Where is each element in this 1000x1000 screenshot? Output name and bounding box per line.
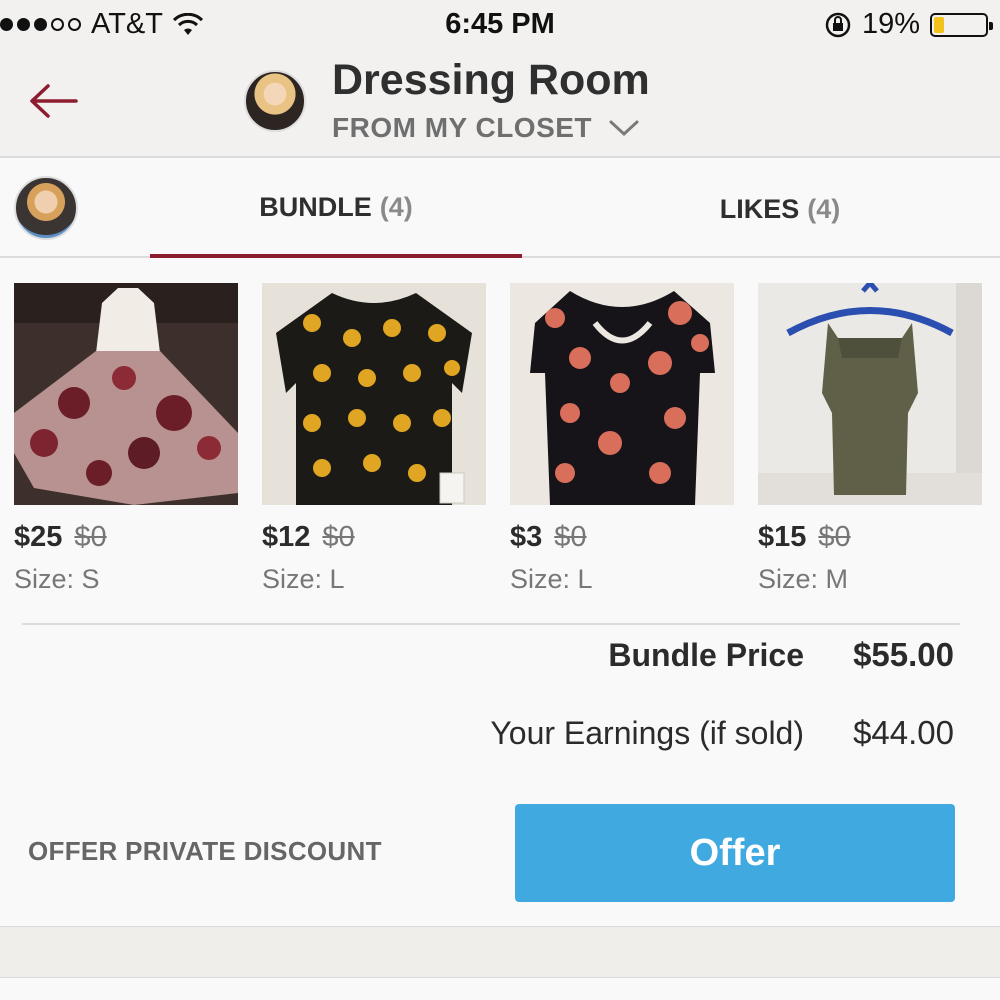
battery-cap bbox=[989, 21, 993, 30]
divider bbox=[22, 623, 960, 625]
battery-fill bbox=[934, 16, 944, 33]
closet-selector-label: FROM MY CLOSET bbox=[332, 112, 593, 143]
closet-selector[interactable]: FROM MY CLOSET bbox=[332, 112, 640, 144]
item-price: $3 bbox=[510, 521, 543, 553]
status-bar: AT&T 6:45 PM 19% bbox=[0, 0, 1000, 52]
tab-bar: BUNDLE (4) LIKES (4) bbox=[0, 160, 1000, 258]
item-size: Size: L bbox=[510, 564, 593, 594]
item-photo-olive-tank[interactable] bbox=[758, 283, 982, 505]
item-original-price: $0 bbox=[554, 521, 587, 553]
status-right: 19% bbox=[824, 8, 993, 41]
avatar[interactable] bbox=[244, 70, 306, 132]
offer-button-label: Offer bbox=[689, 831, 781, 874]
item-price-row: $15 $0 bbox=[758, 521, 982, 554]
item-size: Size: S bbox=[14, 564, 100, 594]
item-original-price: $0 bbox=[322, 521, 355, 553]
chevron-down-icon bbox=[609, 120, 639, 137]
buyer-avatar[interactable] bbox=[14, 176, 78, 240]
item-price-row: $25 $0 bbox=[14, 521, 238, 554]
earnings-row: Your Earnings (if sold) $44.00 bbox=[0, 714, 1000, 752]
bottom-bar bbox=[0, 926, 1000, 978]
tab-likes-count: (4) bbox=[807, 193, 841, 224]
bundle-price-row: Bundle Price $55.00 bbox=[0, 636, 1000, 674]
tab-bundle-count: (4) bbox=[379, 191, 413, 222]
item-price: $15 bbox=[758, 521, 807, 553]
rotation-lock-icon bbox=[825, 12, 851, 37]
bundle-item[interactable]: $25 $0 Size: S bbox=[14, 283, 238, 595]
earnings-value: $44.00 bbox=[853, 714, 954, 751]
page-title: Dressing Room bbox=[332, 56, 650, 104]
item-price-row: $3 $0 bbox=[510, 521, 734, 554]
back-arrow-icon[interactable] bbox=[26, 76, 82, 126]
offer-private-discount-link[interactable]: OFFER PRIVATE DISCOUNT bbox=[28, 836, 382, 867]
bundle-price-label: Bundle Price bbox=[608, 636, 804, 673]
item-size: Size: L bbox=[262, 564, 345, 594]
tab-likes[interactable]: LIKES (4) bbox=[594, 160, 966, 258]
bundle-item[interactable]: $12 $0 Size: L bbox=[262, 283, 486, 595]
item-size: Size: M bbox=[758, 564, 849, 594]
item-price-row: $12 $0 bbox=[262, 521, 486, 554]
tab-bundle-label: BUNDLE bbox=[259, 191, 372, 222]
earnings-label: Your Earnings (if sold) bbox=[490, 714, 804, 751]
item-price: $12 bbox=[262, 521, 311, 553]
item-photo-sunflower-top[interactable] bbox=[262, 283, 486, 505]
battery-icon bbox=[930, 12, 993, 37]
item-original-price: $0 bbox=[818, 521, 851, 553]
item-original-price: $0 bbox=[74, 521, 107, 553]
header: Dressing Room FROM MY CLOSET bbox=[0, 52, 1000, 158]
offer-button[interactable]: Offer bbox=[515, 804, 955, 902]
bundle-item[interactable]: $3 $0 Size: L bbox=[510, 283, 734, 595]
item-price: $25 bbox=[14, 521, 63, 553]
bundle-items: $25 $0 Size: S $12 $0 Size: L $3 $0 Size… bbox=[14, 283, 986, 595]
tab-likes-label: LIKES bbox=[719, 193, 800, 224]
bundle-item[interactable]: $15 $0 Size: M bbox=[758, 283, 982, 595]
item-photo-rose-dress[interactable] bbox=[510, 283, 734, 505]
tab-bundle[interactable]: BUNDLE (4) bbox=[150, 160, 522, 258]
item-photo-floral-dress[interactable] bbox=[14, 283, 238, 505]
bundle-price-value: $55.00 bbox=[853, 636, 954, 673]
battery-percent: 19% bbox=[861, 8, 920, 40]
